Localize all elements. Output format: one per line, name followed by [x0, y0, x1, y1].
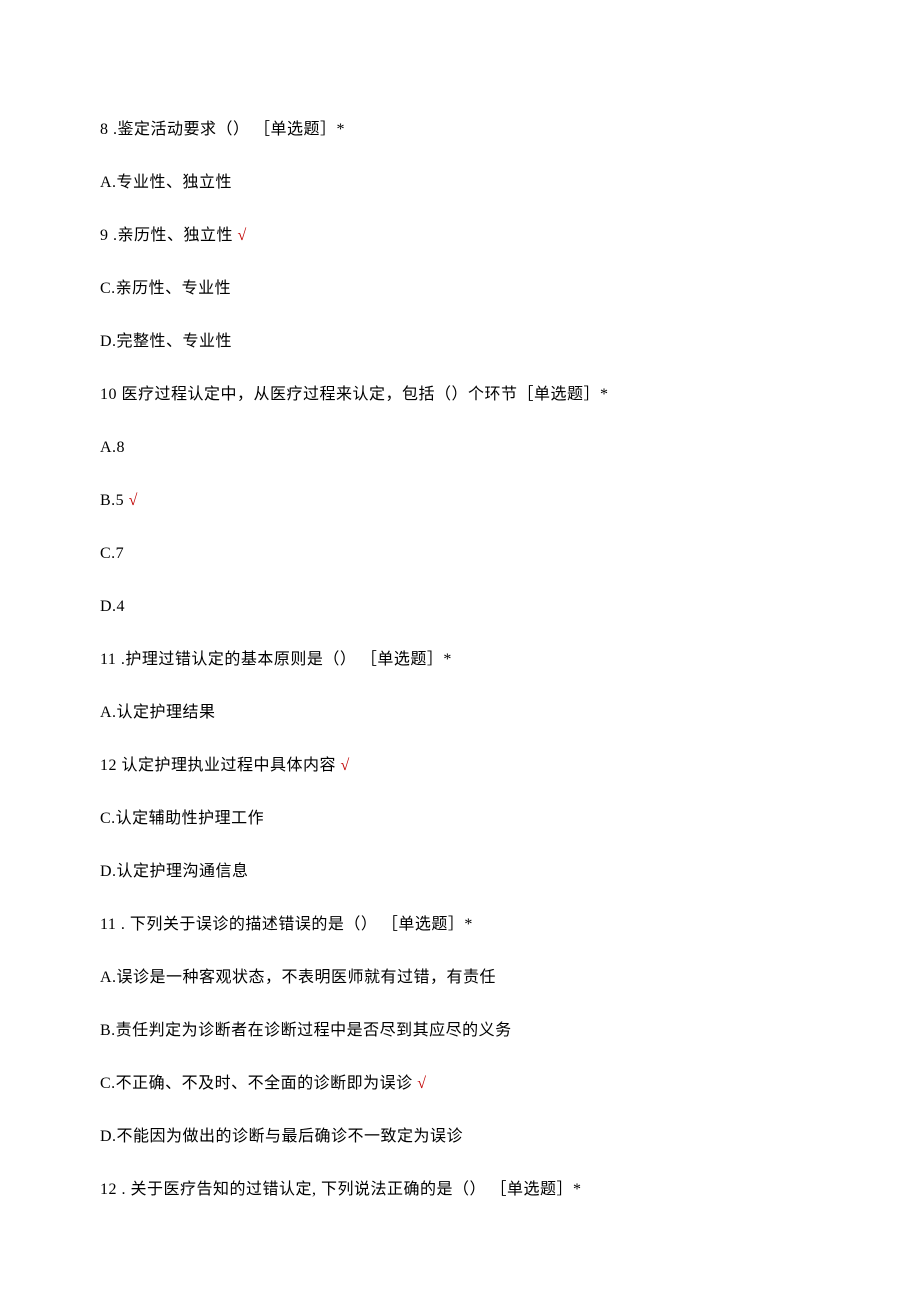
- option-line: A.认定护理结果: [100, 701, 820, 725]
- option-label: A.8: [100, 439, 125, 456]
- question-number: 12: [100, 1181, 117, 1198]
- check-icon: √: [336, 757, 350, 774]
- option-line: B.责任判定为诊断者在诊断过程中是否尽到其应尽的义务: [100, 1019, 820, 1043]
- option-line: C.认定辅助性护理工作: [100, 807, 820, 831]
- check-icon: √: [413, 1075, 427, 1092]
- question-number: 8: [100, 121, 109, 138]
- question-number: 11: [100, 916, 116, 933]
- option-label: D.不能因为做出的诊断与最后确诊不一致定为误诊: [100, 1128, 463, 1145]
- option-prefix: 12: [100, 757, 122, 774]
- option-line: D.认定护理沟通信息: [100, 860, 820, 884]
- question-stem: 8 .鉴定活动要求（） ［单选题］*: [100, 118, 820, 142]
- question-number: 11: [100, 651, 116, 668]
- question-stem: 11 .护理过错认定的基本原则是（） ［单选题］*: [100, 648, 820, 672]
- option-line: C.7: [100, 542, 820, 566]
- option-line: A.8: [100, 436, 820, 460]
- question-stem: 10 医疗过程认定中，从医疗过程来认定，包括（）个环节［单选题］*: [100, 383, 820, 407]
- question-stem: 12 . 关于医疗告知的过错认定, 下列说法正确的是（） ［单选题］*: [100, 1178, 820, 1202]
- option-label: C.7: [100, 545, 124, 562]
- question-text: . 下列关于误诊的描述错误的是（） ［单选题］*: [116, 916, 473, 933]
- option-label: B.5: [100, 492, 124, 509]
- option-label: A.认定护理结果: [100, 704, 216, 721]
- question-text: . 关于医疗告知的过错认定, 下列说法正确的是（） ［单选题］*: [117, 1181, 582, 1198]
- option-label: 认定护理执业过程中具体内容: [122, 757, 337, 774]
- check-icon: √: [233, 227, 247, 244]
- question-text: 医疗过程认定中，从医疗过程来认定，包括（）个环节［单选题］*: [117, 386, 609, 403]
- option-line: D.完整性、专业性: [100, 330, 820, 354]
- check-icon: √: [124, 492, 138, 509]
- option-label: C.认定辅助性护理工作: [100, 810, 264, 827]
- option-line: 12 认定护理执业过程中具体内容 √: [100, 754, 820, 778]
- option-line: D.不能因为做出的诊断与最后确诊不一致定为误诊: [100, 1125, 820, 1149]
- option-label: C.不正确、不及时、不全面的诊断即为误诊: [100, 1075, 413, 1092]
- option-prefix: 9: [100, 227, 113, 244]
- option-line: 9 .亲历性、独立性 √: [100, 224, 820, 248]
- option-line: A.专业性、独立性: [100, 171, 820, 195]
- option-label: C.亲历性、专业性: [100, 280, 231, 297]
- option-label: .亲历性、独立性: [113, 227, 233, 244]
- document-body: 8 .鉴定活动要求（） ［单选题］*A.专业性、独立性9 .亲历性、独立性 √C…: [100, 118, 820, 1202]
- option-label: D.完整性、专业性: [100, 333, 232, 350]
- option-line: B.5 √: [100, 489, 820, 513]
- question-stem: 11 . 下列关于误诊的描述错误的是（） ［单选题］*: [100, 913, 820, 937]
- option-line: C.亲历性、专业性: [100, 277, 820, 301]
- question-number: 10: [100, 386, 117, 403]
- option-label: A.误诊是一种客观状态，不表明医师就有过错，有责任: [100, 969, 496, 986]
- option-label: D.4: [100, 598, 125, 615]
- option-line: D.4: [100, 595, 820, 619]
- option-line: C.不正确、不及时、不全面的诊断即为误诊 √: [100, 1072, 820, 1096]
- question-text: .护理过错认定的基本原则是（） ［单选题］*: [116, 651, 452, 668]
- question-text: .鉴定活动要求（） ［单选题］*: [109, 121, 346, 138]
- option-label: A.专业性、独立性: [100, 174, 232, 191]
- option-label: D.认定护理沟通信息: [100, 863, 249, 880]
- option-label: B.责任判定为诊断者在诊断过程中是否尽到其应尽的义务: [100, 1022, 512, 1039]
- option-line: A.误诊是一种客观状态，不表明医师就有过错，有责任: [100, 966, 820, 990]
